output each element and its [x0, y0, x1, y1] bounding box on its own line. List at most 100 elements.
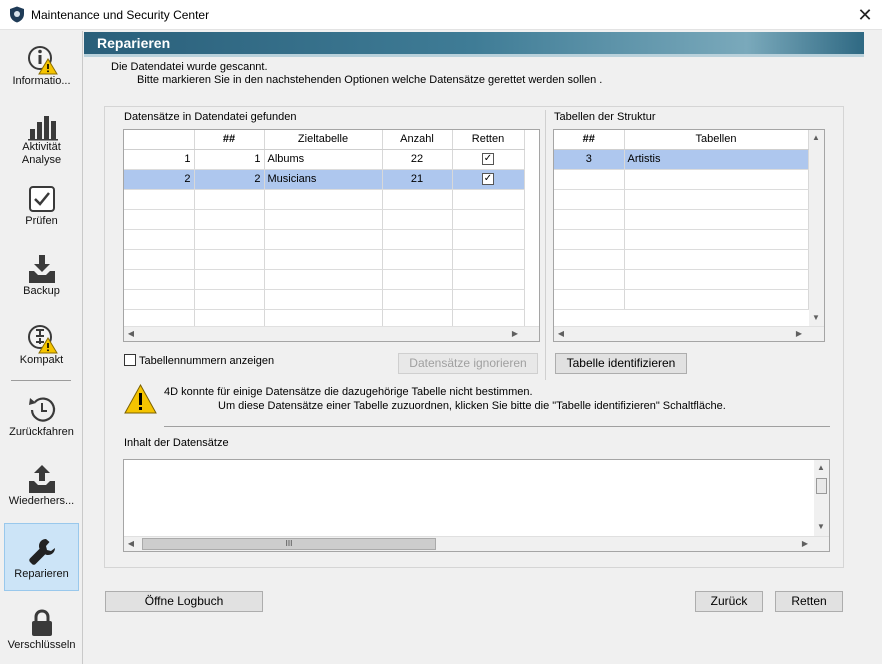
- header-underline: [84, 54, 864, 57]
- restore-icon: [28, 465, 55, 493]
- sidebar-item-encrypt[interactable]: Verschlüsseln: [4, 607, 79, 657]
- sidebar-item-label: Verschlüsseln: [7, 639, 76, 651]
- table-row: [124, 229, 525, 250]
- app-shield-icon: [10, 6, 24, 23]
- sidebar-item-label: Wiederhers...: [8, 495, 75, 507]
- structure-hscrollbar[interactable]: ◀ ▶: [554, 326, 824, 341]
- record-count: 22: [382, 149, 453, 170]
- column-header[interactable]: ##: [194, 130, 265, 150]
- sidebar-item-information[interactable]: Informatio...: [4, 43, 79, 95]
- close-icon[interactable]: ✕: [852, 3, 878, 27]
- table-row: [554, 189, 809, 210]
- table-number: 2: [194, 169, 265, 190]
- table-number: 3: [554, 149, 625, 170]
- target-table: Musicians: [264, 169, 383, 190]
- scroll-left-icon[interactable]: ◀: [124, 539, 138, 548]
- checkbox-label: Tabellennummern anzeigen: [139, 355, 275, 367]
- row-index: 1: [124, 149, 195, 170]
- sidebar-item-repair[interactable]: Reparieren: [4, 523, 79, 591]
- section-title: Reparieren: [97, 35, 171, 51]
- record-content-area[interactable]: ▲ ▼ ◀ III ▶: [123, 459, 830, 552]
- records-label: Datensätze in Datendatei gefunden: [124, 111, 297, 123]
- scroll-thumb[interactable]: [816, 478, 827, 494]
- warning-text-line1: 4D konnte für einige Datensätze die dazu…: [164, 386, 533, 398]
- structure-vscrollbar[interactable]: ▲ ▼: [809, 130, 824, 326]
- compact-warning-icon: [27, 325, 58, 354]
- rescue-checkbox[interactable]: ✓: [482, 153, 494, 166]
- instructions-text: Bitte markieren Sie in den nachstehenden…: [137, 74, 603, 86]
- sidebar-item-restore[interactable]: Wiederhers...: [4, 463, 79, 513]
- section-header: Reparieren: [84, 32, 864, 54]
- column-header[interactable]: [124, 130, 195, 150]
- content-vscrollbar[interactable]: ▲ ▼: [814, 460, 829, 536]
- table-row: [554, 169, 809, 190]
- scroll-left-icon[interactable]: ◀: [124, 329, 138, 338]
- backup-icon: [28, 255, 55, 283]
- content-divider: [164, 426, 830, 427]
- scroll-thumb[interactable]: III: [142, 538, 436, 550]
- records-table[interactable]: ## Zieltabelle Anzahl Retten 1 1 Albums …: [123, 129, 540, 342]
- scroll-up-icon[interactable]: ▲: [809, 133, 823, 142]
- table-row: [124, 189, 525, 210]
- rescue-button[interactable]: Retten: [775, 591, 843, 612]
- rollback-icon: [28, 397, 55, 422]
- scroll-right-icon[interactable]: ▶: [508, 329, 522, 338]
- table-row: [124, 209, 525, 230]
- table-row: [124, 249, 525, 270]
- ignore-records-button[interactable]: Datensätze ignorieren: [398, 353, 538, 374]
- sidebar-item-label: Reparieren: [14, 568, 69, 580]
- table-row: [554, 289, 809, 310]
- open-log-button[interactable]: Öffne Logbuch: [105, 591, 263, 612]
- record-content-label: Inhalt der Datensätze: [124, 437, 229, 449]
- checkbox-box[interactable]: [124, 354, 136, 366]
- target-table: Albums: [264, 149, 383, 170]
- info-warning-icon: [27, 46, 58, 75]
- activity-chart-icon: [27, 116, 58, 141]
- structure-table[interactable]: ## Tabellen 3 Artistis ▲ ▼ ◀ ▶: [553, 129, 825, 342]
- sidebar-item-label: Backup: [23, 285, 60, 297]
- title-bar: Maintenance und Security Center ✕: [0, 0, 882, 30]
- table-row[interactable]: 2 2 Musicians 21 ✓: [124, 169, 525, 190]
- scroll-left-icon[interactable]: ◀: [554, 329, 568, 338]
- column-header[interactable]: ##: [554, 130, 625, 150]
- scroll-right-icon[interactable]: ▶: [792, 329, 806, 338]
- sidebar-item-verify[interactable]: Prüfen: [4, 183, 79, 229]
- column-header[interactable]: Anzahl: [382, 130, 453, 150]
- column-header[interactable]: Retten: [452, 130, 525, 150]
- sidebar-item-label: Zurückfahren: [9, 426, 74, 438]
- content-hscrollbar[interactable]: ◀ III ▶: [124, 536, 829, 551]
- identify-table-button[interactable]: Tabelle identifizieren: [555, 353, 687, 374]
- table-header: ## Zieltabelle Anzahl Retten: [124, 130, 525, 150]
- table-row: [554, 249, 809, 270]
- table-row: [124, 269, 525, 290]
- structure-label: Tabellen der Struktur: [554, 111, 656, 123]
- warning-icon: [124, 384, 157, 414]
- scroll-right-icon[interactable]: ▶: [798, 539, 812, 548]
- sidebar-item-activity[interactable]: Aktivität Analyse: [4, 109, 79, 167]
- column-header[interactable]: Tabellen: [624, 130, 809, 150]
- record-count: 21: [382, 169, 453, 190]
- table-row[interactable]: 1 1 Albums 22 ✓: [124, 149, 525, 170]
- scroll-down-icon[interactable]: ▼: [809, 313, 823, 322]
- table-row: [554, 269, 809, 290]
- scroll-down-icon[interactable]: ▼: [814, 522, 828, 531]
- sidebar: Informatio... Aktivität Analyse Prüfen B…: [0, 31, 83, 664]
- sidebar-item-rollback[interactable]: Zurückfahren: [4, 394, 79, 442]
- sidebar-item-compact[interactable]: Kompakt: [4, 322, 79, 370]
- panel-divider: [545, 110, 546, 380]
- table-row[interactable]: 3 Artistis: [554, 149, 809, 170]
- show-table-numbers-checkbox[interactable]: Tabellennummern anzeigen: [124, 354, 274, 367]
- scroll-up-icon[interactable]: ▲: [814, 463, 828, 472]
- table-row: [554, 229, 809, 250]
- records-hscrollbar[interactable]: ◀ ▶: [124, 326, 539, 341]
- rescue-checkbox[interactable]: ✓: [482, 173, 494, 186]
- column-header[interactable]: Zieltabelle: [264, 130, 383, 150]
- warning-text-line2: Um diese Datensätze einer Tabelle zuzuor…: [218, 400, 726, 412]
- sidebar-item-backup[interactable]: Backup: [4, 253, 79, 299]
- table-row: [124, 289, 525, 310]
- verify-check-icon: [28, 186, 55, 212]
- back-button[interactable]: Zurück: [695, 591, 763, 612]
- sidebar-item-label: Informatio...: [12, 75, 71, 87]
- wrench-icon: [28, 539, 55, 565]
- table-number: 1: [194, 149, 265, 170]
